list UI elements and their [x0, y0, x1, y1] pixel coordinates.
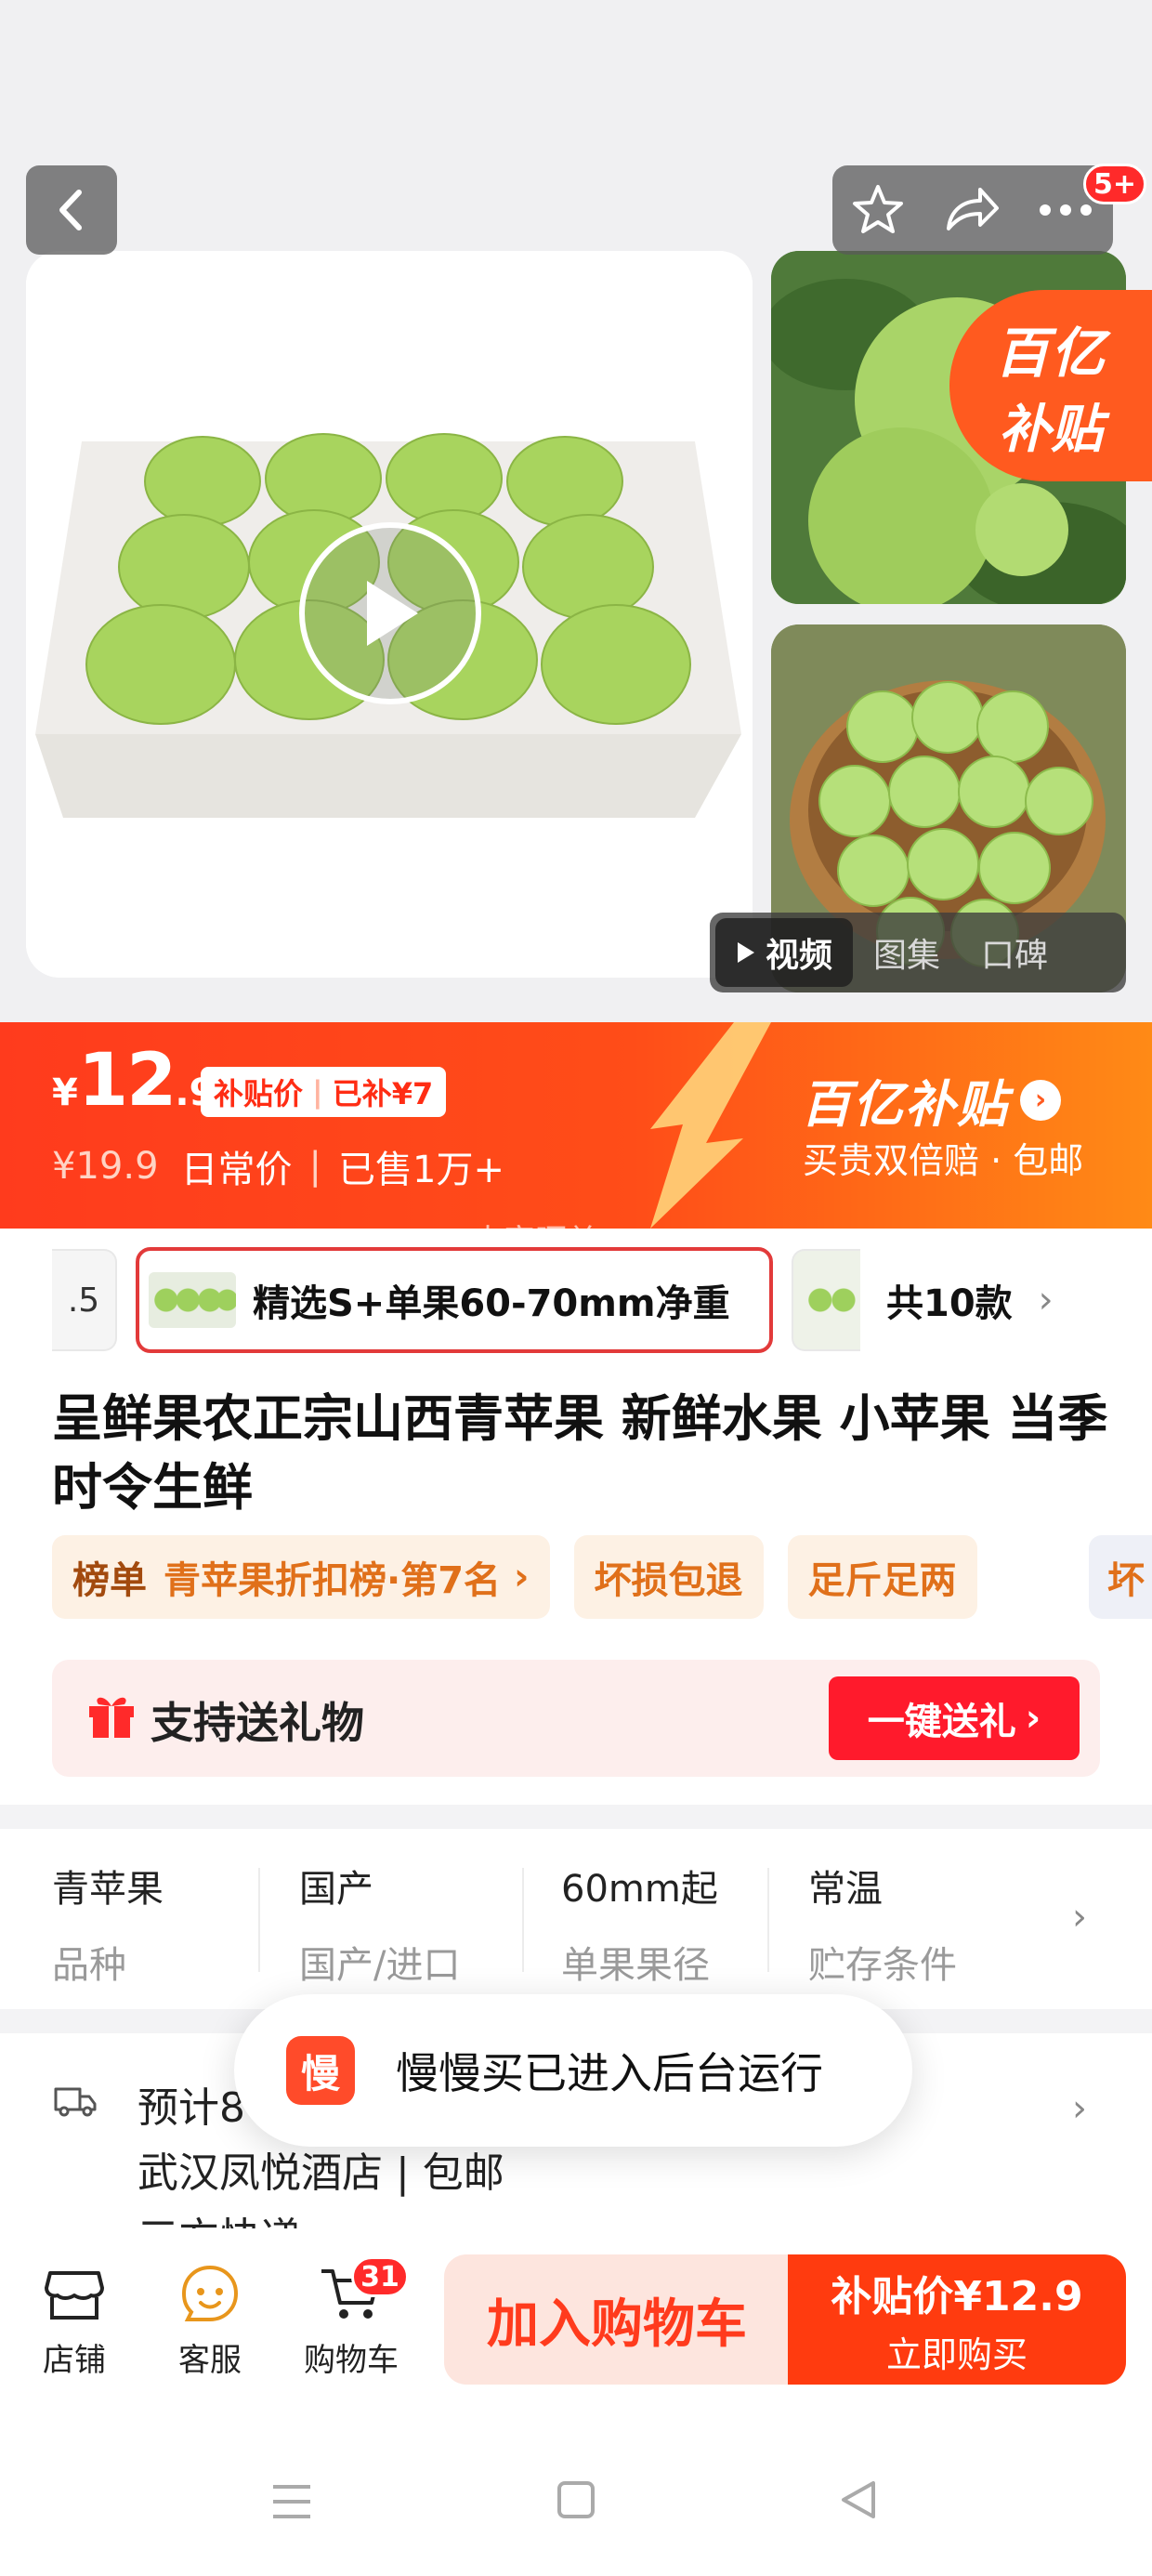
subsidy-label: 补贴价 [214, 1076, 304, 1111]
yi-subsidy-title: 百亿补贴 [801, 1075, 1009, 1134]
store-label: 店铺 [43, 2342, 106, 2379]
original-price-row: ¥19.9 日常价 | 已售1万+ [52, 1139, 504, 1193]
damage-refund-tag[interactable]: 坏损包退 [573, 1535, 764, 1619]
send-gift-label: 一键送礼 [867, 1701, 1016, 1743]
tab-video-label: 视频 [766, 937, 833, 975]
store-icon [45, 2271, 104, 2320]
price-integer: 12 [77, 1039, 177, 1123]
yi-badge-line1: 百亿 [994, 321, 1106, 385]
service-button[interactable]: 客服 [154, 2260, 266, 2380]
add-to-cart-button[interactable]: 加入购物车 [444, 2254, 790, 2385]
gift-text: 支持送礼物 [151, 1698, 364, 1748]
spec-divider [522, 1868, 524, 1972]
cart-label: 购物车 [304, 2342, 399, 2379]
top-action-bar [832, 165, 1113, 255]
chevron-right-icon: › [1038, 1279, 1054, 1321]
subsidy-separator: | [312, 1074, 323, 1110]
play-video-button[interactable] [299, 522, 481, 704]
rank-tag[interactable]: 榜单 青苹果折扣榜·第7名 › [52, 1535, 550, 1619]
spec-value: 常温 [808, 1868, 883, 1911]
media-tabs: 视频 图集 口碑 [710, 913, 1126, 992]
share-icon[interactable] [941, 182, 1001, 238]
buy-now-label: 立即购买 [885, 2333, 1028, 2375]
rank-key: 榜单 [72, 1559, 147, 1602]
back-button[interactable] [26, 165, 117, 255]
tab-gallery[interactable]: 图集 [853, 918, 961, 987]
tag-partial[interactable]: 坏 [1089, 1535, 1152, 1619]
original-price-label: 日常价 [180, 1149, 293, 1191]
chevron-right-circle-icon: › [1020, 1079, 1061, 1121]
back-triangle-icon[interactable] [838, 2479, 879, 2520]
more-icon[interactable] [1036, 201, 1095, 219]
variant-more[interactable]: 共10款 › [792, 1247, 1126, 1353]
spec-diameter[interactable]: 60mm起 单果果径 [561, 1859, 718, 1987]
spec-label: 贮存条件 [808, 1944, 957, 1987]
yi-subsidy-link[interactable]: 百亿补贴 › [801, 1063, 1061, 1137]
chevron-right-icon: › [1025, 1697, 1041, 1740]
play-icon [367, 581, 418, 646]
lightning-divider-icon [650, 1022, 771, 1229]
chevron-right-icon[interactable]: › [1072, 2087, 1087, 2130]
spec-variety[interactable]: 青苹果 品种 [52, 1859, 164, 1987]
delivery-estimate: 预计8 [137, 2084, 245, 2132]
price-divider: | [308, 1145, 321, 1188]
chevron-left-icon [59, 190, 82, 230]
spec-divider [767, 1868, 769, 1972]
home-icon[interactable] [556, 2479, 596, 2520]
spec-value: 60mm起 [561, 1868, 718, 1911]
spec-divider [258, 1868, 260, 1972]
spec-value: 青苹果 [52, 1868, 164, 1911]
send-gift-button[interactable]: 一键送礼 › [829, 1676, 1080, 1760]
toast-text: 慢慢买已进入后台运行 [396, 2048, 823, 2098]
full-weight-tag[interactable]: 足斤足两 [787, 1535, 977, 1619]
tab-reviews[interactable]: 口碑 [961, 918, 1068, 987]
background-toast: 慢 慢慢买已进入后台运行 [234, 1994, 912, 2147]
variant-option-partial[interactable]: .5 [52, 1249, 117, 1351]
chevron-right-icon[interactable]: › [1072, 1896, 1087, 1939]
cart-count-badge: 31 [351, 2256, 409, 2297]
variant-thumbnail [149, 1272, 236, 1328]
spec-label: 品种 [52, 1944, 126, 1987]
yi-badge-line2: 补贴 [999, 399, 1103, 460]
subsidy-tag: 补贴价 | 已补¥7 [201, 1067, 447, 1117]
chevron-right-icon: › [514, 1556, 530, 1598]
tab-video[interactable]: 视频 [715, 918, 854, 987]
spec-value: 国产 [299, 1868, 373, 1911]
store-button[interactable]: 店铺 [19, 2260, 130, 2380]
product-title: 呈鲜果农正宗山西青苹果 新鲜水果 小苹果 当季时令生鲜 [52, 1389, 1108, 1517]
spec-label: 国产/进口 [299, 1944, 461, 1987]
star-icon[interactable] [850, 182, 906, 238]
variant-option-selected[interactable]: 精选S+单果60-70mm净重 [136, 1247, 773, 1353]
notification-badge: 5+ [1083, 164, 1147, 204]
subsidy-amount: 已补¥7 [332, 1076, 434, 1111]
manmanmai-logo-icon: 慢 [286, 2036, 355, 2105]
variant-thumbnail-2 [792, 1249, 860, 1351]
tag-row: 榜单 青苹果折扣榜·第7名 › 坏损包退 足斤足两 [52, 1535, 977, 1619]
original-price: ¥19.9 [52, 1145, 159, 1188]
menu-icon[interactable] [269, 2481, 314, 2522]
variant-label: 精选S+单果60-70mm净重 [253, 1282, 730, 1325]
customer-service-icon [181, 2265, 239, 2321]
current-price: ¥ 12 .9 [52, 1039, 215, 1123]
yi-subsidy-badge: 百亿 补贴 [949, 290, 1152, 481]
system-navigation-bar [0, 2418, 1152, 2576]
gift-icon [89, 1697, 134, 1738]
rank-value: 青苹果折扣榜·第7名 [164, 1559, 502, 1602]
sold-count: 已售1万+ [338, 1149, 504, 1191]
spec-label: 单果果径 [561, 1944, 710, 1987]
yi-subsidy-subtitle: 买贵双倍赔 · 包邮 [803, 1140, 1084, 1181]
section-divider [0, 1805, 1152, 1829]
spec-storage[interactable]: 常温 贮存条件 [808, 1859, 957, 1987]
buy-price-label: 补贴价¥12.9 [831, 2272, 1083, 2320]
price-currency: ¥ [52, 1071, 78, 1114]
spec-origin[interactable]: 国产 国产/进口 [299, 1859, 460, 1987]
delivery-address[interactable]: 武汉凤悦酒店 | 包邮 [137, 2139, 504, 2199]
play-small-icon [738, 942, 754, 963]
delivery-truck-icon [54, 2087, 97, 2117]
variant-count: 共10款 [886, 1282, 1013, 1325]
service-label: 客服 [178, 2342, 242, 2379]
buy-now-button[interactable]: 补贴价¥12.9 立即购买 [788, 2254, 1126, 2385]
